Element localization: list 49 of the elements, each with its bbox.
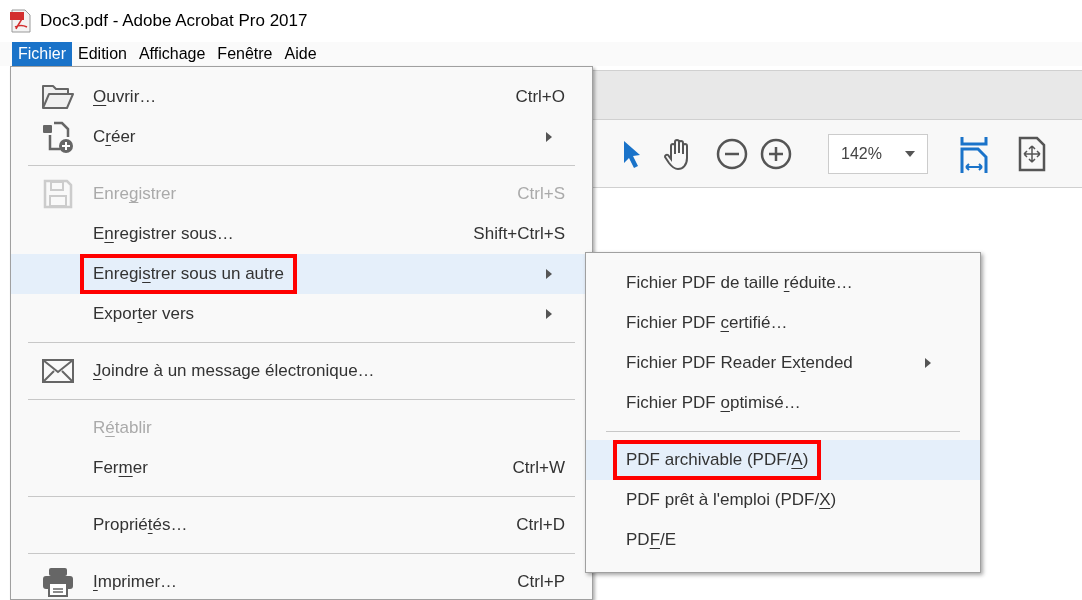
- shortcut-label: Shift+Ctrl+S: [473, 223, 566, 246]
- menu-item-label: Fermer: [93, 457, 148, 480]
- menu-tab[interactable]: Fichier: [12, 42, 72, 66]
- menu-tab[interactable]: Fenêtre: [211, 42, 279, 66]
- menu-item-label: Imprimer…: [93, 571, 178, 594]
- menu-item[interactable]: Imprimer… Ctrl+P: [11, 562, 592, 599]
- menu-item[interactable]: PDF prêt à l'emploi (PDF/X): [586, 480, 980, 520]
- menu-item-label: Fichier PDF de taille réduite…: [626, 272, 853, 295]
- menu-item-label: Créer: [93, 126, 136, 149]
- fit-width-icon[interactable]: [960, 134, 988, 173]
- dropdown-caret-icon: [905, 150, 915, 157]
- shortcut-label: Ctrl+O: [515, 86, 566, 109]
- shortcut-label: Ctrl+S: [517, 183, 566, 206]
- envelope-icon: [42, 359, 74, 383]
- window-title: Doc3.pdf - Adobe Acrobat Pro 2017: [40, 10, 308, 33]
- zoom-in-icon[interactable]: [760, 137, 792, 170]
- zoom-out-icon[interactable]: [716, 137, 748, 170]
- menu-item[interactable]: Créer: [11, 117, 592, 157]
- zoom-dropdown[interactable]: 142%: [828, 133, 928, 174]
- shortcut-label: Ctrl+D: [516, 514, 566, 537]
- menu-item[interactable]: Enregistrer sous… Shift+Ctrl+S: [11, 214, 592, 254]
- menu-item-label: Propriétés…: [93, 514, 188, 537]
- menu-tab[interactable]: Edition: [72, 42, 133, 66]
- menu-item-label: Fichier PDF certifié…: [626, 312, 788, 335]
- menu-item-label: Rétablir: [93, 417, 152, 440]
- folder-icon: [41, 84, 75, 110]
- menu-item[interactable]: PDF archivable (PDF/A): [586, 440, 980, 480]
- create-file-icon: [42, 121, 74, 153]
- menu-item-label: Ouvrir…: [93, 86, 157, 109]
- pdf-file-icon: [10, 9, 32, 33]
- menu-item-label: Enregistrer sous un autre: [93, 263, 284, 286]
- menu-item-label: Fichier PDF Reader Extended: [626, 352, 853, 375]
- menu-tab[interactable]: Affichage: [132, 42, 212, 66]
- menu-item-label: PDF prêt à l'emploi (PDF/X): [626, 489, 837, 512]
- menu-item[interactable]: PDF/E: [586, 520, 980, 560]
- printer-icon: [42, 567, 74, 597]
- shortcut-label: Ctrl+W: [512, 457, 566, 480]
- menu-item-label: PDF/E: [626, 529, 677, 552]
- menu-item-label: Enregistrer: [93, 183, 177, 206]
- menu-item-label: Enregistrer sous…: [93, 223, 234, 246]
- menu-item-label: Joindre à un message électronique…: [93, 360, 375, 383]
- page-move-icon[interactable]: [1018, 135, 1046, 172]
- menu-tab[interactable]: Aide: [278, 42, 323, 66]
- arrow-pointer-icon[interactable]: [622, 138, 642, 169]
- menu-item-label: Exporter vers: [93, 303, 195, 326]
- menu-item-label: PDF archivable (PDF/A): [626, 449, 809, 472]
- menu-item[interactable]: Ouvrir… Ctrl+O: [11, 77, 592, 117]
- menu-item-label: Fichier PDF optimisé…: [626, 392, 801, 415]
- shortcut-label: Ctrl+P: [517, 571, 566, 594]
